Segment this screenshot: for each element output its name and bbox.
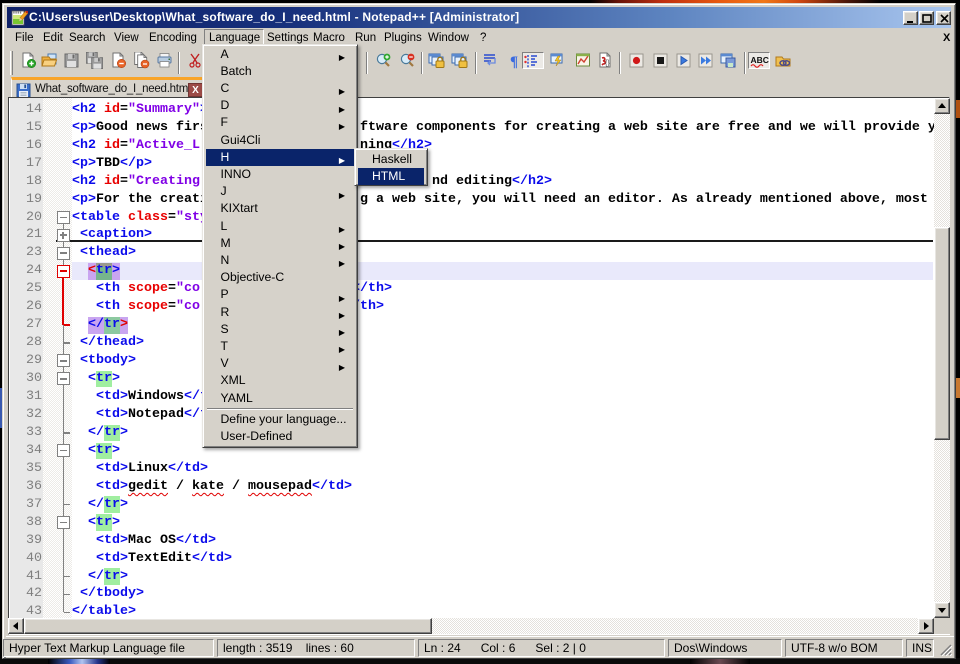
svg-text:¶: ¶ <box>510 54 518 69</box>
svg-text:ABC: ABC <box>751 55 769 65</box>
svg-text:{}: {} <box>605 60 610 67</box>
